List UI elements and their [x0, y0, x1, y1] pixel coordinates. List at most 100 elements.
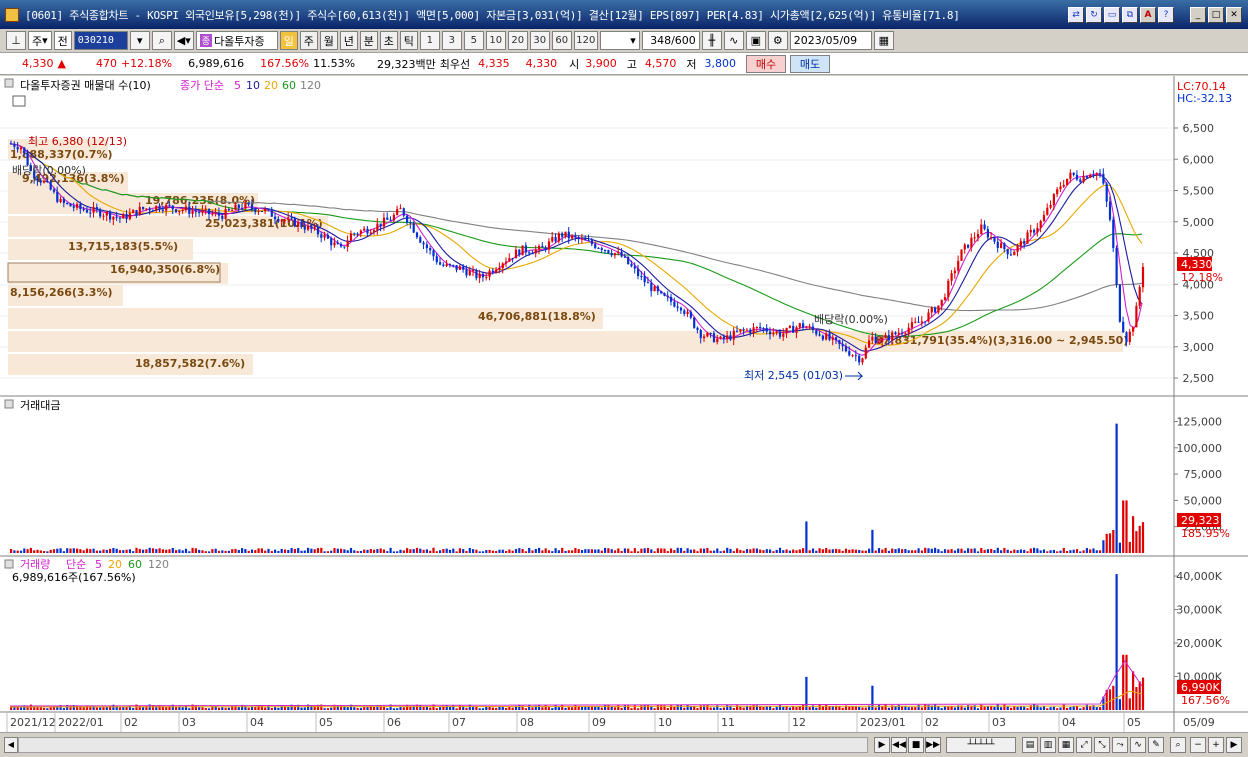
amount-panel-title[interactable]: 거래대금	[20, 399, 60, 412]
stock-chart[interactable]: 1,888,337(0.7%)9,492,136(3.8%)19,786,235…	[0, 76, 1248, 732]
settings-icon[interactable]: ⚙	[767, 31, 788, 50]
period-year[interactable]: 년	[339, 31, 358, 50]
volume-legend-toggle-icon[interactable]	[4, 559, 14, 569]
tile-icon[interactable]: ⧉	[1122, 6, 1138, 23]
candle-body	[217, 212, 221, 216]
amount-bar	[66, 548, 69, 553]
maximize-icon[interactable]: □	[1208, 6, 1224, 23]
period-day[interactable]: 일	[279, 31, 298, 50]
period-month[interactable]: 월	[319, 31, 338, 50]
volume-bar	[963, 707, 966, 710]
period-second[interactable]: 초	[379, 31, 398, 50]
layout-icon-2[interactable]: ▥	[1040, 737, 1056, 753]
volume-bar	[330, 707, 333, 710]
volume-bar	[983, 706, 986, 710]
scroll-right-icon[interactable]: ▶	[1226, 737, 1242, 753]
interval-120[interactable]: 120	[573, 31, 598, 50]
candle-body	[538, 245, 541, 250]
indicator-icon[interactable]: ∿	[1130, 737, 1146, 753]
market-scope[interactable]: 전	[53, 31, 72, 50]
refresh-icon[interactable]: ↻	[1086, 6, 1102, 23]
amount-bar	[257, 548, 260, 553]
link-icon[interactable]: ⇄	[1068, 6, 1084, 23]
candle-body	[858, 355, 861, 363]
amount-bar	[864, 550, 867, 553]
date-field[interactable]: 2023/05/09	[789, 31, 872, 50]
amount-bar	[970, 548, 973, 553]
ruler-icon[interactable]: ┴┴┴┴┴	[946, 737, 1016, 753]
line-chart-icon[interactable]: ∿	[723, 31, 744, 50]
chart-scrollbar[interactable]	[18, 737, 868, 753]
forward-icon[interactable]: ▶▶	[925, 737, 941, 753]
sell-button[interactable]: 매도	[790, 54, 831, 73]
volume-panel-title[interactable]: 거래량	[20, 558, 50, 571]
amount-bar	[1056, 551, 1059, 553]
draw-icon[interactable]: ✎	[1148, 737, 1164, 753]
candle-body	[145, 208, 148, 210]
stock-code-input[interactable]: 030210	[73, 31, 128, 50]
data-count-field[interactable]: 348/600	[641, 31, 700, 50]
scroll-left-icon[interactable]: ◀	[4, 737, 18, 753]
calendar-icon[interactable]: ▦	[873, 31, 894, 50]
stop-icon[interactable]: ■	[908, 737, 924, 753]
candle-body	[1062, 184, 1065, 187]
period-week[interactable]: 주	[299, 31, 318, 50]
amount-bar	[99, 550, 102, 553]
amount-bar	[1069, 550, 1072, 553]
candle-body	[561, 233, 564, 237]
volume-bar	[646, 704, 650, 710]
amount-bar	[610, 549, 613, 553]
volume-bar	[1006, 706, 1009, 710]
interval-30[interactable]: 30	[529, 31, 550, 50]
custom-interval-input[interactable]: ▾	[599, 31, 640, 50]
period-tick[interactable]: 틱	[399, 31, 418, 50]
font-icon[interactable]: A	[1140, 6, 1156, 23]
candle-body	[1013, 251, 1016, 256]
search-icon[interactable]: ⌕	[151, 31, 172, 50]
dropdown-icon[interactable]: ▾	[129, 31, 150, 50]
window-icon[interactable]: ▭	[1104, 6, 1120, 23]
speaker-icon[interactable]: ◀▾	[173, 31, 194, 50]
layout-icon-1[interactable]: ▤	[1022, 737, 1038, 753]
compress-icon[interactable]: ⤡	[1094, 737, 1110, 753]
amount-bar	[597, 549, 600, 553]
candle-body	[254, 208, 257, 212]
price-legend-ma[interactable]: 종가 단순	[180, 79, 224, 92]
help-icon[interactable]: ?	[1158, 6, 1174, 23]
stock-name-field[interactable]: 종 다올투자증	[195, 31, 278, 50]
zoom-in-icon[interactable]: +	[1208, 737, 1224, 753]
amount-bar	[1125, 500, 1128, 553]
amount-bar	[316, 548, 320, 553]
price-legend-name[interactable]: 다올투자증권 매물대 수(10)	[20, 79, 151, 92]
chart-type-icon[interactable]: ⤳	[1112, 737, 1128, 753]
play-icon[interactable]: ▶	[874, 737, 890, 753]
interval-60[interactable]: 60	[551, 31, 572, 50]
zoom-out-icon[interactable]: −	[1190, 737, 1206, 753]
buy-button[interactable]: 매수	[746, 54, 787, 73]
save-icon[interactable]: ▣	[745, 31, 766, 50]
interval-10[interactable]: 10	[485, 31, 506, 50]
layout-icon-3[interactable]: ▦	[1058, 737, 1074, 753]
amount-bar	[46, 551, 49, 553]
zoom-search-icon[interactable]: ⌕	[1170, 737, 1186, 753]
amount-last-pct: 185.95%	[1181, 527, 1230, 540]
amount-legend-toggle-icon[interactable]	[4, 399, 14, 409]
rewind-icon[interactable]: ◀◀	[891, 737, 907, 753]
amount-bar	[363, 549, 366, 553]
chart-area[interactable]: 1,888,337(0.7%) 9,492,136(3.8%) 19,786,235…	[0, 76, 1248, 732]
interval-3[interactable]: 3	[441, 31, 462, 50]
legend-toggle-icon[interactable]	[4, 78, 14, 88]
minimize-icon[interactable]: _	[1190, 6, 1206, 23]
volume-bar	[264, 707, 267, 710]
interval-20[interactable]: 20	[507, 31, 528, 50]
table-icon[interactable]	[12, 95, 26, 107]
interval-1[interactable]: 1	[419, 31, 440, 50]
market-select[interactable]: 주 ▾	[28, 31, 52, 50]
close-icon[interactable]: ✕	[1226, 6, 1242, 23]
expand-icon[interactable]: ⤢	[1076, 737, 1092, 753]
amount-bar	[590, 549, 593, 553]
period-minute[interactable]: 분	[359, 31, 378, 50]
pin-icon[interactable]: ⊥	[6, 31, 26, 50]
interval-5[interactable]: 5	[463, 31, 484, 50]
candle-icon[interactable]: ╫	[701, 31, 722, 50]
